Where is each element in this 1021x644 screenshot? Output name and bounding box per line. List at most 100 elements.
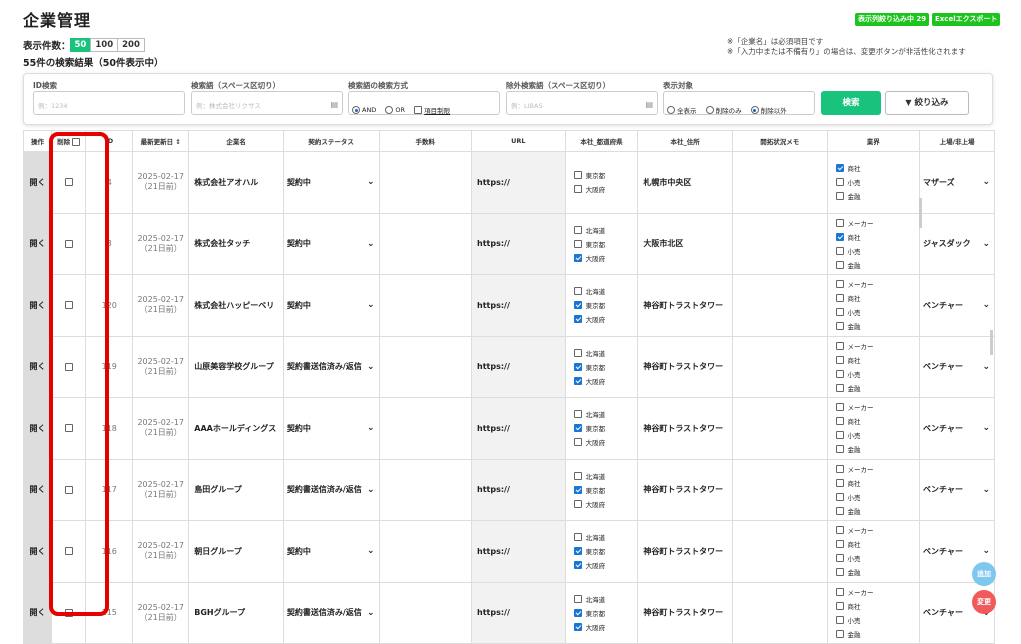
checkbox-icon[interactable] (573, 171, 582, 180)
excel-export-button[interactable]: Excelエクスポート (932, 13, 1001, 26)
address-input[interactable]: 神谷町トラストタワー (637, 581, 733, 644)
method-and[interactable]: AND (352, 106, 376, 114)
delete-checkbox[interactable] (64, 239, 73, 248)
open-button[interactable]: 開く (22, 581, 53, 644)
checkbox-icon[interactable] (573, 499, 582, 508)
pref-option[interactable]: 東京都 (573, 298, 637, 312)
url-input[interactable]: https:// (471, 520, 566, 583)
open-button[interactable]: 開く (22, 458, 53, 521)
checkbox-icon[interactable] (835, 280, 844, 289)
pref-option[interactable]: 北海道 (573, 284, 637, 298)
industry-option[interactable]: 小売 (835, 551, 919, 565)
industry-option[interactable]: 商社 (835, 353, 919, 367)
industry-option[interactable]: メーカー (835, 216, 919, 230)
checkbox-icon[interactable] (573, 185, 582, 194)
url-input[interactable]: https:// (471, 335, 566, 398)
checkbox-icon[interactable] (573, 533, 582, 542)
pref-option[interactable]: 北海道 (573, 469, 637, 483)
checkbox-icon[interactable] (835, 540, 844, 549)
checkbox-icon[interactable] (573, 315, 582, 324)
industry-option[interactable]: 小売 (835, 428, 919, 442)
checkbox-icon[interactable] (573, 424, 582, 433)
company-name-input[interactable]: 朝日グループ (188, 520, 284, 583)
checkbox-icon[interactable] (835, 554, 844, 563)
target-all[interactable]: 全表示 (667, 105, 697, 115)
industry-option[interactable]: 小売 (835, 613, 919, 627)
url-input[interactable]: https:// (471, 212, 566, 275)
url-input[interactable]: https:// (471, 397, 566, 460)
status-select[interactable]: 契約書送信済み/返信 ⌄ (282, 581, 380, 644)
industry-option[interactable]: 小売 (835, 175, 919, 189)
memo-input[interactable] (731, 520, 828, 583)
checkbox-icon[interactable] (573, 362, 582, 371)
address-input[interactable]: 神谷町トラストタワー (637, 335, 733, 398)
checkbox-icon[interactable] (835, 178, 844, 187)
checkbox-icon[interactable] (835, 417, 844, 426)
method-or[interactable]: OR (385, 106, 405, 114)
checkbox-icon[interactable] (835, 232, 844, 241)
open-button[interactable]: 開く (22, 151, 53, 214)
pref-option[interactable]: 北海道 (573, 592, 637, 606)
company-name-input[interactable]: 株式会社アオハル (188, 151, 284, 214)
change-button[interactable]: 変更 (972, 590, 996, 614)
open-button[interactable]: 開く (22, 274, 53, 337)
checkbox-icon[interactable] (835, 601, 844, 610)
per-page-option-200[interactable]: 200 (117, 38, 145, 52)
copy-icon[interactable]: ▤ (645, 100, 653, 109)
checkbox-icon[interactable] (835, 260, 844, 269)
industry-option[interactable]: 商社 (835, 161, 919, 175)
pref-option[interactable]: 北海道 (573, 407, 637, 421)
checkbox-icon[interactable] (835, 431, 844, 440)
pref-option[interactable]: 北海道 (573, 346, 637, 360)
industry-option[interactable]: 商社 (835, 476, 919, 490)
memo-input[interactable] (731, 212, 828, 275)
status-select[interactable]: 契約中 ⌄ (282, 151, 380, 214)
fee-input[interactable] (378, 335, 473, 398)
industry-option[interactable]: 金融 (835, 565, 919, 579)
checkbox-icon[interactable] (573, 225, 582, 234)
target-not-deleted[interactable]: 削除以外 (750, 105, 787, 115)
status-select[interactable]: 契約書送信済み/返信 ⌄ (282, 335, 380, 398)
open-button[interactable]: 開く (22, 335, 53, 398)
checkbox-icon[interactable] (835, 506, 844, 515)
memo-input[interactable] (731, 458, 828, 521)
pref-option[interactable]: 大阪府 (573, 620, 637, 634)
pref-option[interactable]: 東京都 (573, 168, 637, 182)
checkbox-icon[interactable] (835, 355, 844, 364)
industry-option[interactable]: 商社 (835, 599, 919, 613)
industry-option[interactable]: メーカー (835, 523, 919, 537)
checkbox-icon[interactable] (573, 471, 582, 480)
listing-select[interactable]: ベンチャー ⌄ (919, 397, 995, 460)
delete-checkbox[interactable] (64, 301, 73, 310)
column-filter-button[interactable]: 表示列絞り込み中 29 (855, 13, 930, 26)
pref-option[interactable]: 大阪府 (573, 182, 637, 196)
industry-option[interactable]: メーカー (835, 585, 919, 599)
company-name-input[interactable]: 株式会社タッチ (188, 212, 284, 275)
listing-select[interactable]: ベンチャー ⌄ (919, 335, 995, 398)
company-name-input[interactable]: 株式会社ハッピーベリ (188, 274, 284, 337)
industry-option[interactable]: 小売 (835, 367, 919, 381)
open-button[interactable]: 開く (22, 520, 53, 583)
pref-option[interactable]: 東京都 (573, 483, 637, 497)
checkbox-icon[interactable] (835, 615, 844, 624)
col-delete[interactable]: 削除 (51, 130, 87, 152)
checkbox-icon[interactable] (573, 485, 582, 494)
checkbox-icon[interactable] (573, 301, 582, 310)
filter-button[interactable]: ▼ 絞り込み (885, 91, 969, 115)
memo-input[interactable] (731, 274, 828, 337)
industry-option[interactable]: 金融 (835, 189, 919, 203)
checkbox-icon[interactable] (573, 561, 582, 570)
delete-checkbox[interactable] (64, 362, 73, 371)
status-select[interactable]: 契約中 ⌄ (282, 397, 380, 460)
listing-select[interactable]: マザーズ ⌄ (919, 151, 995, 214)
status-select[interactable]: 契約書送信済み/返信 ⌄ (282, 458, 380, 521)
open-button[interactable]: 開く (22, 212, 53, 275)
pref-option[interactable]: 大阪府 (573, 435, 637, 449)
pref-option[interactable]: 東京都 (573, 544, 637, 558)
company-name-input[interactable]: BGHグループ (188, 581, 284, 644)
checkbox-icon[interactable] (835, 492, 844, 501)
pref-option[interactable]: 北海道 (573, 530, 637, 544)
search-button[interactable]: 検索 (821, 91, 881, 115)
select-all-checkbox[interactable] (72, 138, 81, 146)
memo-input[interactable] (731, 581, 828, 644)
